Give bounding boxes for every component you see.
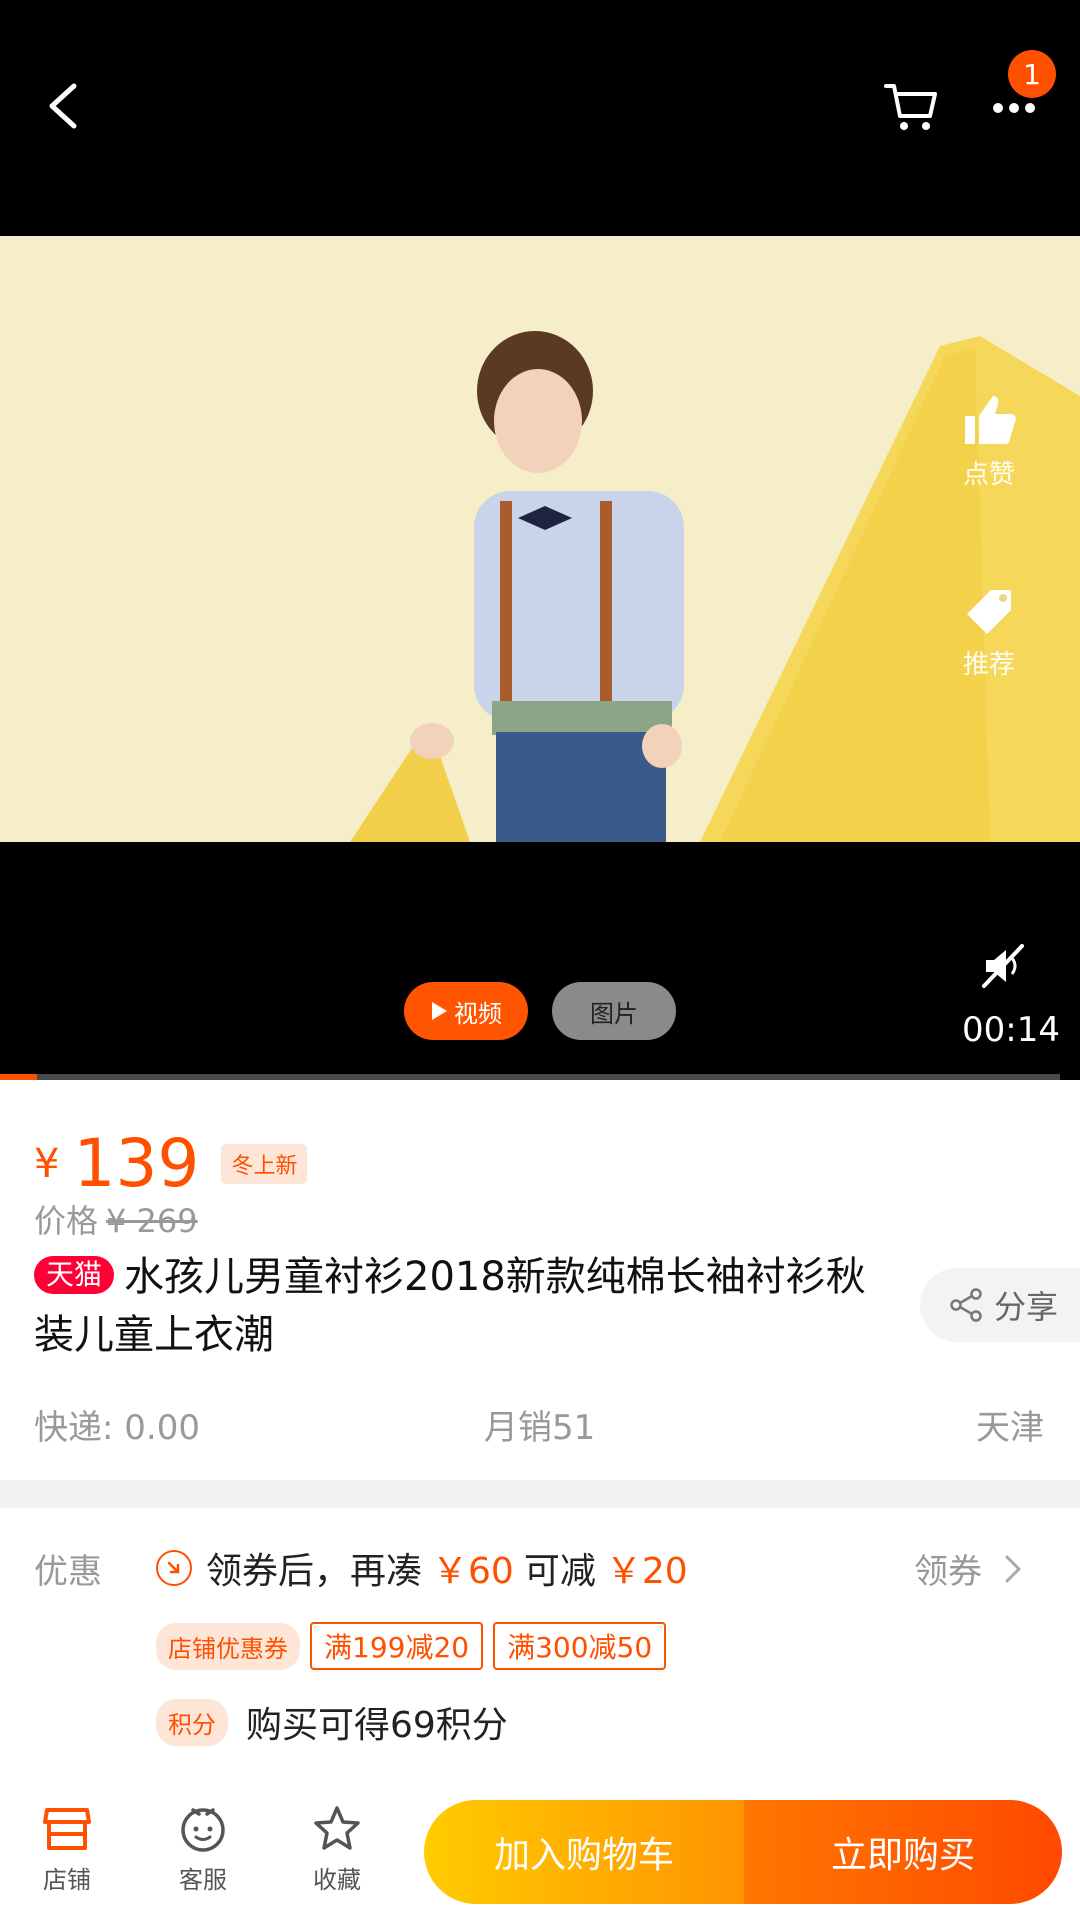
ship-from-location: 天津 [976,1408,1044,1448]
play-icon [432,1002,447,1020]
get-coupon-button[interactable]: 领券 [914,1544,1022,1593]
photo-tab-label: 图片 [590,999,638,1028]
product-photo [0,236,1080,842]
product-title: 天猫 水孩儿男童衬衫2018新款纯棉长袖衬衫秋装儿童上衣潮 [34,1248,884,1364]
video-tab[interactable]: 视频 [404,982,528,1040]
mute-button[interactable] [976,938,1032,994]
shipping-sales-row: 快递: 0.00 月销51 天津 [34,1400,1044,1450]
store-coupon-row: 店铺优惠券 满199减20 满300减50 [156,1622,667,1670]
sound-muted-icon [982,944,1024,988]
monthly-sales: 月销51 [484,1408,596,1448]
share-icon [950,1288,982,1322]
add-to-cart-button[interactable]: 加入购物车 [424,1800,744,1904]
video-timer: 00:14 [962,1010,1060,1050]
product-detail-page: 1 点赞 推荐 00:14 视频 图片 ¥ 139 冬上新 价格 ¥ 269 天… [0,0,1080,1920]
shop-tab[interactable]: 店铺 [12,1804,122,1895]
points-row: 积分 购买可得69积分 [156,1696,508,1748]
coupon-offer-middle: 可减 [523,1551,596,1592]
chevron-left-icon [49,83,77,129]
price-row: ¥ 139 冬上新 [34,1124,308,1204]
tmall-badge: 天猫 [34,1256,115,1294]
bottom-action-bar: 店铺 客服 收藏 加入购物车 立即购买 [0,1790,1080,1920]
coupon-discount: ￥20 [605,1551,688,1592]
coupon-section[interactable]: 优惠 领券后，再凑 ￥60 可减 ￥20 领券 店铺优惠券 满199减20 满3… [0,1508,1080,1790]
media-area: 1 点赞 推荐 00:14 视频 图片 [0,0,1080,1080]
coupon-arrow-icon [156,1550,192,1586]
favorite-tab-label: 收藏 [313,1866,361,1894]
share-label: 分享 [994,1288,1059,1326]
product-video-frame[interactable]: 点赞 推荐 [0,236,1080,842]
video-tab-label: 视频 [454,999,502,1028]
customer-service-tab[interactable]: 客服 [148,1804,258,1895]
points-text: 购买可得69积分 [246,1705,508,1746]
original-price-row: 价格 ¥ 269 [34,1196,198,1242]
service-icon [181,1808,225,1852]
coupon-offer-prefix: 领券后，再凑 [206,1551,423,1592]
top-bar: 1 [0,0,1080,236]
coupon-offer: 领券后，再凑 ￥60 可减 ￥20 [156,1542,688,1594]
product-info: ¥ 139 冬上新 价格 ¥ 269 天猫 水孩儿男童衬衫2018新款纯棉长袖衬衫秋… [0,1080,1080,1480]
product-title-text: 水孩儿男童衬衫2018新款纯棉长袖衬衫秋装儿童上衣潮 [34,1254,866,1358]
like-label: 点赞 [962,460,1015,490]
coupon-threshold: ￥60 [432,1551,514,1592]
notification-badge: 1 [1008,50,1056,98]
cart-icon [884,84,937,130]
original-price: ¥ 269 [106,1202,198,1240]
promo-tag: 冬上新 [221,1144,308,1184]
price-currency: ¥ [34,1141,60,1187]
tag-icon [967,590,1011,634]
chevron-right-icon [1005,1555,1021,1582]
store-coupon-tag: 店铺优惠券 [156,1622,300,1670]
points-tag: 积分 [156,1698,228,1746]
get-coupon-label: 领券 [914,1552,982,1592]
share-button[interactable]: 分享 [920,1268,1080,1342]
section-divider [0,1480,1080,1508]
recommend-label: 推荐 [962,650,1015,680]
photo-tab[interactable]: 图片 [552,982,676,1040]
thumbs-up-icon [965,396,1016,444]
back-button[interactable] [38,76,94,136]
coupon-item[interactable]: 满300减50 [493,1622,667,1670]
original-price-label: 价格 [34,1202,99,1240]
like-button[interactable]: 点赞 [934,390,1044,491]
cart-button[interactable] [880,76,940,136]
recommend-button[interactable]: 推荐 [934,580,1044,681]
shop-icon [43,1808,91,1850]
star-icon [314,1806,360,1850]
price-value: 139 [73,1125,200,1202]
favorite-tab[interactable]: 收藏 [282,1804,392,1895]
shipping-fee: 快递: 0.00 [34,1408,200,1448]
coupon-item[interactable]: 满199减20 [310,1622,484,1670]
shop-tab-label: 店铺 [43,1866,91,1894]
coupon-label: 优惠 [34,1552,102,1592]
customer-service-label: 客服 [179,1866,227,1894]
buy-now-button[interactable]: 立即购买 [744,1800,1062,1904]
